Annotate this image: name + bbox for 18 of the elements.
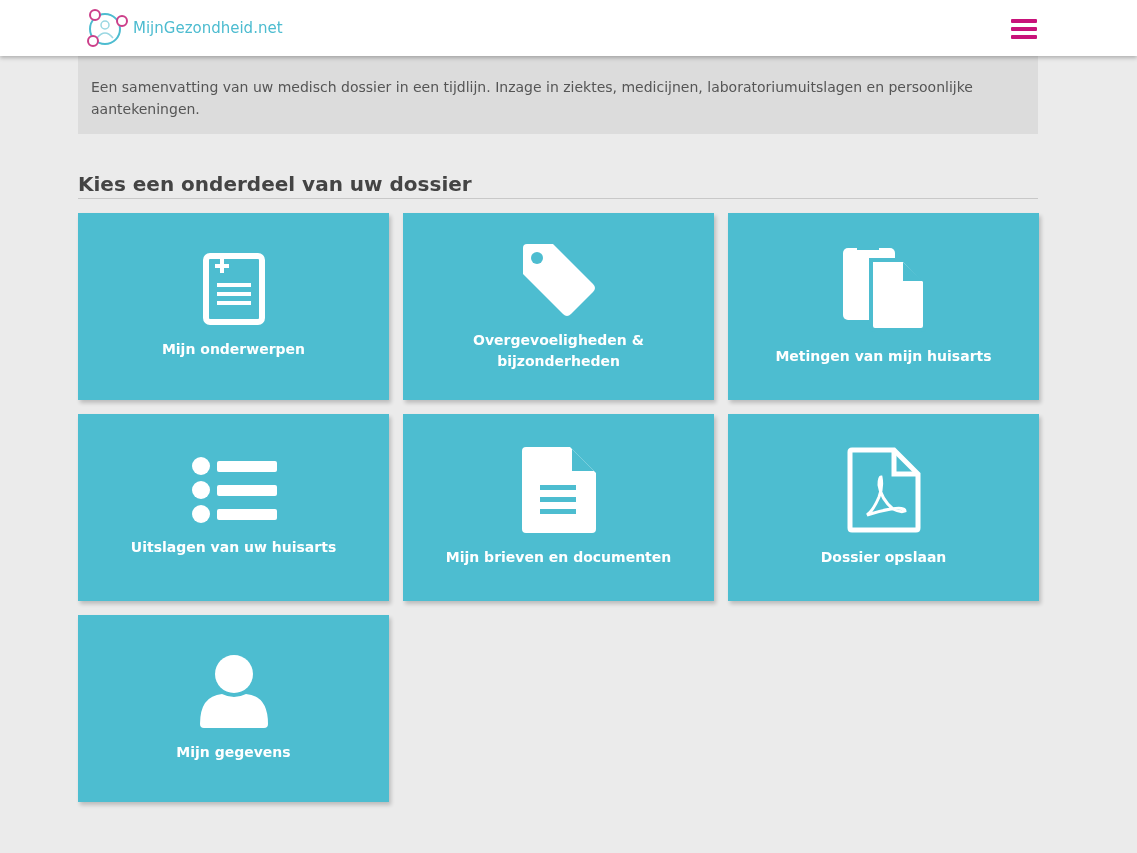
document-icon	[521, 447, 596, 533]
site-logo[interactable]: MijnGezondheid.net	[85, 8, 283, 48]
tag-icon	[520, 241, 597, 316]
category-tile[interactable]: Overgevoeligheden & bijzonderheden	[403, 213, 714, 400]
category-tile[interactable]: Mijn brieven en documenten	[403, 414, 714, 601]
intro-text: Een samenvatting van uw medisch dossier in een tijdlijn. Inzage in ziektes, medicijnen, laboratoriumuitslagen en persoonlijke aantekeningen.	[91, 78, 974, 119]
document-plus-icon	[202, 253, 265, 325]
person-icon	[199, 654, 268, 728]
category-tile[interactable]: Dossier opslaan	[728, 414, 1039, 601]
pdf-file-icon	[846, 447, 921, 533]
category-tile[interactable]: Mijn onderwerpen	[78, 213, 389, 400]
list-icon	[190, 457, 277, 523]
section-heading: Kies een onderdeel van uw dossier	[78, 172, 1038, 199]
category-tile[interactable]: Metingen van mijn huisarts	[728, 213, 1039, 400]
menu-button[interactable]	[1011, 16, 1037, 40]
logo-icon	[85, 8, 129, 48]
category-tile[interactable]: Mijn gegevens	[78, 615, 389, 802]
category-tile[interactable]: Uitslagen van uw huisarts	[78, 414, 389, 601]
